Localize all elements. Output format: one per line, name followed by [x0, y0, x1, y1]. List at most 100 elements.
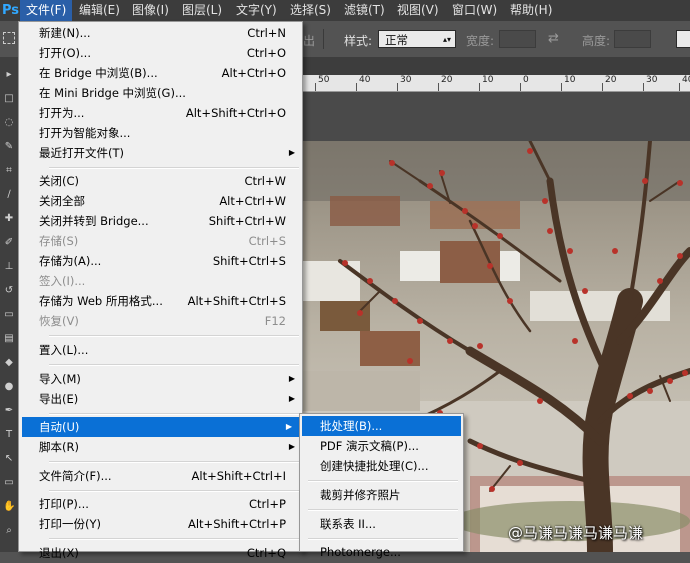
menu-item-save: 存储(S) Ctrl+S [19, 231, 302, 251]
menu-help[interactable]: 帮助(H) [504, 0, 558, 21]
menu-item-label: 关闭全部 [39, 194, 85, 208]
style-select[interactable]: 正常 ▴▾ [378, 30, 456, 48]
menu-item-shortcut: Shift+Ctrl+W [208, 214, 286, 228]
submenu-item-contact-sheet[interactable]: 联系表 II... [300, 514, 463, 534]
menu-type[interactable]: 文字(Y) [230, 0, 283, 21]
submenu-item-batch[interactable]: 批处理(B)... [302, 416, 461, 436]
menu-item-label: 关闭(C) [39, 174, 80, 188]
menu-file[interactable]: 文件(F) [20, 0, 73, 21]
path-select-icon[interactable]: ↖ [3, 453, 15, 465]
menu-item-shortcut: Alt+Shift+Ctrl+P [187, 517, 286, 531]
marquee-tool-icon[interactable]: □ [3, 93, 15, 105]
type-tool-icon[interactable]: T [3, 429, 15, 441]
menu-item-shortcut: Ctrl+W [244, 174, 286, 188]
menu-layer[interactable]: 图层(L) [176, 0, 228, 21]
menu-item-label: 在 Mini Bridge 中浏览(G)... [39, 86, 186, 100]
menu-item-label: 脚本(R) [39, 440, 79, 454]
ruler-label: 40 [359, 75, 371, 85]
stamp-tool-icon[interactable]: ⊥ [3, 261, 15, 273]
select-arrows-icon: ▴▾ [442, 35, 451, 44]
menu-item-scripts[interactable]: 脚本(R) ▶ [19, 437, 302, 457]
menu-item-exit[interactable]: 退出(X) Ctrl+Q [19, 543, 302, 563]
menu-item-label: 签入(I)... [39, 274, 86, 288]
quick-select-icon[interactable]: ✎ [3, 141, 15, 153]
menu-item-open-smart-object[interactable]: 打开为智能对象... [19, 123, 302, 143]
menu-item-print-one-copy[interactable]: 打印一份(Y) Alt+Shift+Ctrl+P [19, 514, 302, 534]
menu-item-save-for-web[interactable]: 存储为 Web 所用格式... Alt+Shift+Ctrl+S [19, 291, 302, 311]
menu-view[interactable]: 视图(V) [391, 0, 445, 21]
menu-item-recent-files[interactable]: 最近打开文件(T) ▶ [19, 143, 302, 163]
menu-item-label: 存储(S) [39, 234, 79, 248]
submenu-arrow-icon: ▶ [288, 442, 295, 451]
eraser-tool-icon[interactable]: ▭ [3, 309, 15, 321]
width-input[interactable] [499, 30, 536, 48]
menu-item-browse-bridge[interactable]: 在 Bridge 中浏览(B)... Alt+Ctrl+O [19, 63, 302, 83]
ruler-tick [397, 83, 398, 91]
menu-item-shortcut: Ctrl+S [248, 234, 286, 248]
menu-window[interactable]: 窗口(W) [446, 0, 503, 21]
ruler-label: 20 [441, 75, 453, 85]
crop-tool-icon[interactable]: ⌗ [3, 165, 15, 177]
ruler-tick [479, 83, 480, 91]
menu-item-open[interactable]: 打开(O)... Ctrl+O [19, 43, 302, 63]
swap-arrows-icon[interactable]: ⇄ [548, 31, 559, 46]
menu-separator [49, 364, 299, 366]
submenu-item-photomerge[interactable]: Photomerge... [300, 542, 463, 562]
menu-item-label: 关闭并转到 Bridge... [39, 214, 149, 228]
menu-item-print[interactable]: 打印(P)... Ctrl+P [19, 494, 302, 514]
menu-item-new[interactable]: 新建(N)... Ctrl+N [19, 23, 302, 43]
menu-item-label: 在 Bridge 中浏览(B)... [39, 66, 158, 80]
menu-item-label: 退出(X) [39, 546, 79, 560]
menu-edit[interactable]: 编辑(E) [73, 0, 126, 21]
menu-item-check-in: 签入(I)... [19, 271, 302, 291]
menu-item-label: 存储为 Web 所用格式... [39, 294, 163, 308]
menu-item-shortcut: Alt+Ctrl+O [221, 66, 286, 80]
hand-tool-icon[interactable]: ✋ [3, 501, 15, 513]
menu-item-open-as[interactable]: 打开为... Alt+Shift+Ctrl+O [19, 103, 302, 123]
submenu-item-crop-straighten[interactable]: 裁剪并修齐照片 [300, 485, 463, 505]
dodge-tool-icon[interactable]: ● [3, 381, 15, 393]
menu-filter[interactable]: 滤镜(T) [338, 0, 391, 21]
menu-select[interactable]: 选择(S) [284, 0, 337, 21]
tools-panel: ▸ □ ◌ ✎ ⌗ ∕ ✚ ✐ ⊥ ↺ ▭ ▤ ◆ ● ✒ T ↖ ▭ ✋ ⌕ [0, 57, 19, 552]
move-tool-icon[interactable]: ▸ [3, 69, 15, 81]
menu-item-label: 自动(U) [39, 420, 80, 434]
eyedropper-tool-icon[interactable]: ∕ [3, 189, 15, 201]
watermark-text: @马谦马谦马谦马谦 [508, 524, 644, 542]
menu-item-export[interactable]: 导出(E) ▶ [19, 389, 302, 409]
menu-item-shortcut: Alt+Shift+Ctrl+O [185, 106, 286, 120]
menu-item-file-info[interactable]: 文件简介(F)... Alt+Shift+Ctrl+I [19, 466, 302, 486]
menu-item-automate[interactable]: 自动(U) ▶ [22, 417, 299, 437]
menu-image[interactable]: 图像(I) [126, 0, 175, 21]
zoom-tool-icon[interactable]: ⌕ [3, 525, 15, 537]
ruler-tick [643, 83, 644, 91]
gradient-tool-icon[interactable]: ▤ [3, 333, 15, 345]
document-tab-bar[interactable] [300, 57, 690, 75]
refine-edge-button[interactable] [676, 30, 690, 48]
marquee-tool-icon[interactable] [3, 32, 15, 44]
ruler-tick [315, 83, 316, 91]
submenu-item-pdf-presentation[interactable]: PDF 演示文稿(P)... [300, 436, 463, 456]
menu-item-close-go-bridge[interactable]: 关闭并转到 Bridge... Shift+Ctrl+W [19, 211, 302, 231]
menu-separator [49, 490, 299, 492]
pen-tool-icon[interactable]: ✒ [3, 405, 15, 417]
shape-tool-icon[interactable]: ▭ [3, 477, 15, 489]
menu-item-shortcut: Alt+Shift+Ctrl+I [191, 469, 286, 483]
ruler-label: 30 [646, 75, 658, 85]
menu-item-place[interactable]: 置入(L)... [19, 340, 302, 360]
lasso-tool-icon[interactable]: ◌ [3, 117, 15, 129]
horizontal-ruler[interactable]: 50 40 30 20 10 0 10 20 30 40 [300, 75, 690, 92]
brush-tool-icon[interactable]: ✐ [3, 237, 15, 249]
ruler-tick [602, 83, 603, 91]
history-brush-icon[interactable]: ↺ [3, 285, 15, 297]
menu-item-save-as[interactable]: 存储为(A)... Shift+Ctrl+S [19, 251, 302, 271]
menu-item-close[interactable]: 关闭(C) Ctrl+W [19, 171, 302, 191]
healing-tool-icon[interactable]: ✚ [3, 213, 15, 225]
submenu-item-create-droplet[interactable]: 创建快捷批处理(C)... [300, 456, 463, 476]
menu-item-browse-mini-bridge[interactable]: 在 Mini Bridge 中浏览(G)... [19, 83, 302, 103]
menu-item-close-all[interactable]: 关闭全部 Alt+Ctrl+W [19, 191, 302, 211]
menu-item-import[interactable]: 导入(M) ▶ [19, 369, 302, 389]
blur-tool-icon[interactable]: ◆ [3, 357, 15, 369]
menu-item-revert: 恢复(V) F12 [19, 311, 302, 331]
height-input[interactable] [614, 30, 651, 48]
